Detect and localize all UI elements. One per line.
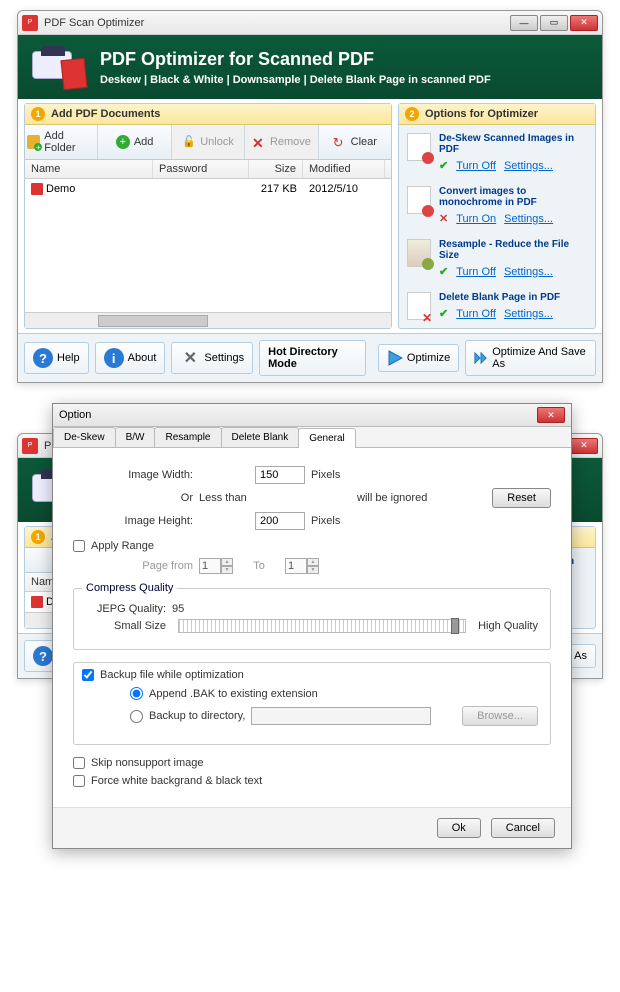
check-icon: ✔ — [439, 307, 448, 320]
tools-icon: ✕ — [180, 348, 200, 368]
settings-link[interactable]: Settings... — [504, 160, 553, 172]
append-bak-radio[interactable] — [130, 687, 143, 700]
tab-delete-blank[interactable]: Delete Blank — [221, 427, 300, 447]
play-icon — [387, 350, 403, 366]
page-from-spinner: ▲▼ — [199, 558, 233, 574]
banner: PDF Optimizer for Scanned PDF Deskew | B… — [18, 35, 602, 99]
option-deskew: De-Skew Scanned Images in PDF ✔Turn OffS… — [407, 133, 587, 172]
dialog-title: Option — [59, 409, 537, 421]
close-button[interactable]: ✕ — [570, 15, 598, 31]
remove-button: ✕Remove — [245, 125, 318, 159]
add-icon: + — [116, 135, 130, 149]
option-delete-blank: Delete Blank Page in PDF ✔Turn OffSettin… — [407, 292, 587, 320]
play-double-icon — [474, 350, 488, 366]
settings-button[interactable]: ✕Settings — [171, 342, 253, 374]
banner-title: PDF Optimizer for Scanned PDF — [100, 49, 491, 70]
scanner-icon — [32, 45, 86, 89]
clear-button[interactable]: Clear — [319, 125, 391, 159]
settings-link[interactable]: Settings... — [504, 266, 553, 278]
settings-link[interactable]: Settings... — [504, 308, 553, 320]
horizontal-scrollbar[interactable] — [25, 312, 391, 328]
option-monochrome: Convert images to monochrome in PDF ✕Tur… — [407, 186, 587, 225]
monochrome-icon — [407, 186, 431, 214]
window-title: PDF Scan Optimizer — [44, 17, 510, 29]
backup-dir-radio[interactable] — [130, 710, 143, 723]
info-icon: i — [104, 348, 124, 368]
pdf-icon — [31, 183, 43, 195]
clear-icon — [333, 135, 347, 149]
page-to-spinner: ▲▼ — [285, 558, 319, 574]
backup-dir-input — [251, 707, 431, 725]
jpeg-quality-value: 95 — [172, 603, 184, 615]
force-white-checkbox[interactable] — [73, 775, 85, 787]
minimize-button[interactable]: — — [510, 15, 538, 31]
table-row[interactable]: Demo 217 KB 2012/5/10 — [25, 179, 391, 199]
skip-nonsupport-checkbox[interactable] — [73, 757, 85, 769]
image-height-input[interactable] — [255, 512, 305, 530]
resample-icon — [407, 239, 431, 267]
browse-button: Browse... — [462, 706, 538, 726]
option-resample: Resample - Reduce the File Size ✔Turn Of… — [407, 239, 587, 278]
remove-icon: ✕ — [252, 135, 266, 149]
tab-bw[interactable]: B/W — [115, 427, 156, 447]
settings-link[interactable]: Settings... — [504, 213, 553, 225]
maximize-button[interactable]: ▭ — [540, 15, 568, 31]
check-icon: ✔ — [439, 265, 448, 278]
quality-slider[interactable] — [178, 619, 466, 633]
cross-icon: ✕ — [439, 212, 448, 225]
deskew-icon — [407, 133, 431, 161]
add-folder-icon — [27, 135, 40, 149]
add-button[interactable]: +Add — [98, 125, 171, 159]
app-icon: P — [22, 15, 38, 31]
options-dialog: Option ✕ De-Skew B/W Resample Delete Bla… — [52, 403, 572, 849]
optimize-save-button[interactable]: Optimize And Save As — [465, 340, 596, 376]
file-list[interactable]: Demo 217 KB 2012/5/10 — [25, 179, 391, 312]
right-panel-header: 2 Options for Optimizer — [399, 104, 595, 125]
cancel-button[interactable]: Cancel — [491, 818, 555, 838]
step-2-badge: 2 — [405, 107, 419, 121]
dialog-close-button[interactable]: ✕ — [537, 407, 565, 423]
delete-blank-icon — [407, 292, 431, 320]
apply-range-checkbox[interactable] — [73, 540, 85, 552]
toggle-link[interactable]: Turn Off — [456, 160, 496, 172]
ok-button[interactable]: Ok — [437, 818, 481, 838]
add-folder-button[interactable]: Add Folder — [25, 125, 98, 159]
help-button[interactable]: ?Help — [24, 342, 89, 374]
backup-checkbox[interactable] — [82, 669, 94, 681]
toggle-link[interactable]: Turn Off — [456, 308, 496, 320]
about-button[interactable]: iAbout — [95, 342, 166, 374]
dialog-tabs: De-Skew B/W Resample Delete Blank Genera… — [53, 427, 571, 448]
hot-directory-button[interactable]: Hot Directory Mode — [259, 340, 366, 376]
banner-subtitle: Deskew | Black & White | Downsample | De… — [100, 74, 491, 86]
tab-general[interactable]: General — [298, 428, 356, 448]
unlock-icon: 🔓 — [182, 135, 196, 149]
tab-deskew[interactable]: De-Skew — [53, 427, 116, 447]
unlock-button: 🔓Unlock — [172, 125, 245, 159]
left-panel-header: 1 Add PDF Documents — [25, 104, 391, 125]
reset-button[interactable]: Reset — [492, 488, 551, 508]
image-width-input[interactable] — [255, 466, 305, 484]
help-icon: ? — [33, 348, 53, 368]
titlebar: P PDF Scan Optimizer — ▭ ✕ — [18, 11, 602, 35]
check-icon: ✔ — [439, 159, 448, 172]
tab-resample[interactable]: Resample — [154, 427, 221, 447]
step-1-badge: 1 — [31, 107, 45, 121]
dialog-titlebar: Option ✕ — [53, 404, 571, 427]
toggle-link[interactable]: Turn On — [456, 213, 496, 225]
table-header: Name Password Size Modified — [25, 160, 391, 179]
optimize-button[interactable]: Optimize — [378, 344, 459, 372]
toggle-link[interactable]: Turn Off — [456, 266, 496, 278]
